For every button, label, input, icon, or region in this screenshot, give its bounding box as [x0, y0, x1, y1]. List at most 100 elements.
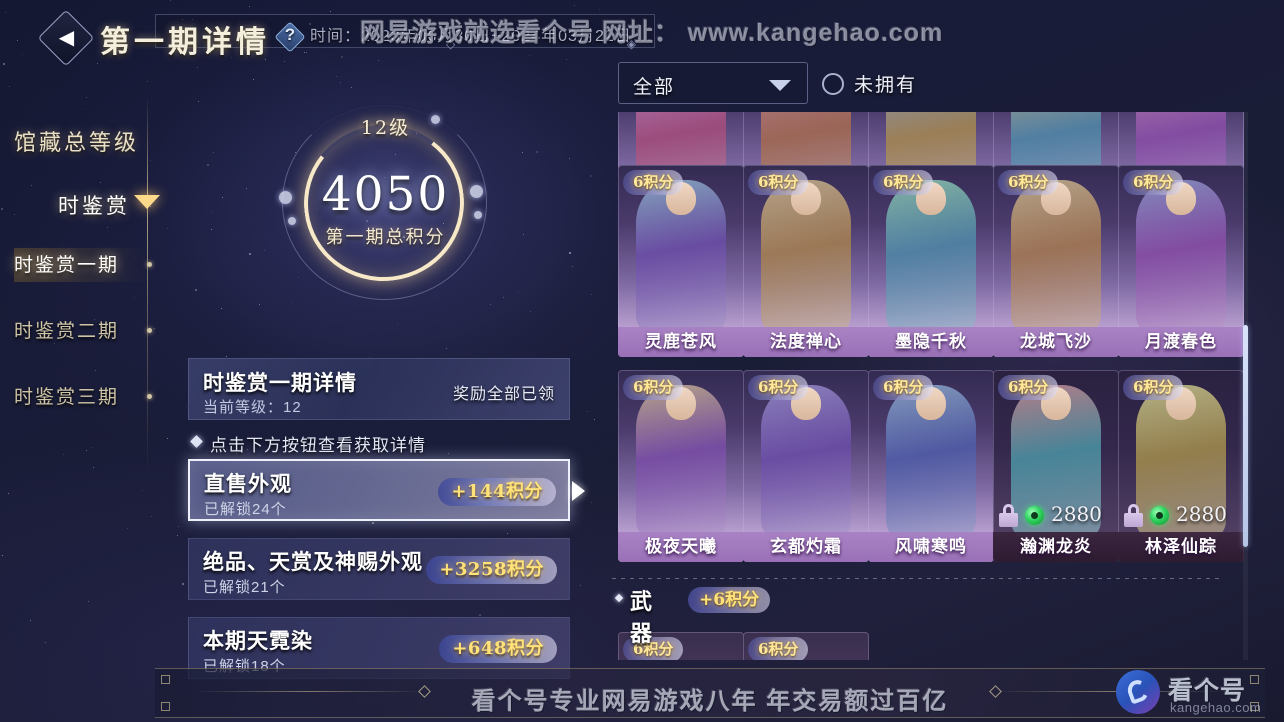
reward-unlocked-count: 已解锁21个	[203, 579, 286, 596]
reward-title: 本期天霓染	[203, 628, 313, 653]
card-points-badge: 6积分	[873, 375, 934, 400]
appearance-card[interactable]: 6积分法度禅心	[743, 165, 869, 357]
detail-tip-text: 点击下方按钮查看获取详情	[210, 436, 426, 456]
sidebar-item-season-3[interactable]: 时鉴赏三期	[14, 380, 152, 414]
radio-circle-icon	[822, 73, 844, 95]
diamond-bullet-icon	[190, 435, 203, 448]
bullet-dot-icon	[147, 262, 152, 267]
appearance-card[interactable]: 6积分 2880 瀚渊龙炎	[993, 370, 1119, 562]
game-screen: ◇ ◈ ◀ 第一期详情 ? 时间：2023年06月30日~2024年03月22日…	[0, 0, 1284, 722]
star-dot	[127, 527, 129, 529]
weapon-card[interactable]: 6积分	[743, 632, 869, 660]
time-range-text: 时间：2023年06月30日~2024年03月22日	[310, 22, 632, 46]
appearance-card[interactable]: 6积分 灵鹿苍风	[618, 165, 744, 357]
detail-reward-status: 奖励全部已领	[452, 384, 555, 403]
star-dot	[45, 642, 47, 643]
reward-item-premium-appearance[interactable]: 绝品、天赏及神赐外观 已解锁21个 +3258积分	[188, 538, 570, 600]
reward-points-badge: +648积分	[439, 635, 557, 663]
card-name-label: 灵鹿苍风	[618, 327, 744, 357]
star-dot	[87, 600, 89, 602]
bullet-dot-icon	[147, 394, 152, 399]
site-logo: 看个号 kangehao.com	[1110, 664, 1284, 722]
star-dot	[30, 619, 32, 621]
time-label: 时间：	[310, 28, 362, 45]
appearance-card[interactable]: 6积分极夜天曦	[618, 370, 744, 562]
ring-caption: 第一期总积分	[325, 227, 446, 248]
lock-body	[1124, 513, 1143, 527]
help-button[interactable]: ?	[274, 21, 306, 53]
card-points-badge: 6积分	[998, 375, 1059, 400]
card-name-label: 法度禅心	[743, 327, 869, 357]
star-dot	[147, 80, 149, 82]
star-dot	[572, 266, 574, 268]
star-dot	[479, 614, 482, 617]
reward-title: 直售外观	[204, 471, 292, 496]
star-dot	[177, 534, 179, 536]
top-bar: ◇ ◈ ◀ 第一期详情 ? 时间：2023年06月30日~2024年03月22日	[0, 0, 1284, 67]
star-dot	[580, 584, 582, 586]
appearance-card[interactable]: 6积分 月渡春色	[1118, 165, 1244, 357]
star-dot	[587, 410, 589, 412]
card-price: 2880	[1051, 502, 1102, 526]
page-title: 第一期详情	[100, 25, 270, 60]
star-dot	[569, 158, 571, 160]
weapon-section-title: 武器	[630, 589, 655, 647]
star-dot	[96, 62, 98, 64]
jade-coin-icon	[1025, 506, 1044, 525]
card-lock-row: 2880	[999, 502, 1113, 530]
promo-banner-text: 看个号专业网易游戏八年 年交易额过百亿	[471, 688, 949, 715]
star-dot	[591, 294, 593, 296]
star-dot	[177, 526, 179, 528]
star-dot	[222, 197, 224, 199]
star-dot	[150, 515, 152, 517]
reward-unlocked-count: 已解锁24个	[204, 501, 287, 518]
question-mark-icon: ?	[284, 25, 296, 44]
star-dot	[246, 187, 248, 189]
sidebar-item-season-2[interactable]: 时鉴赏二期	[14, 314, 152, 348]
section-divider	[612, 578, 1222, 579]
logo-url-text: kangehao.com	[1170, 700, 1262, 715]
sidebar-divider	[147, 95, 148, 475]
score-ring: 12级 4050 第一期总积分	[278, 105, 493, 300]
star-dot	[167, 227, 169, 229]
card-name-label: 林泽仙踪	[1118, 532, 1244, 562]
appearance-card[interactable]: 6积分 墨隐千秋	[868, 165, 994, 357]
detail-title: 时鉴赏一期详情	[203, 370, 357, 395]
sidebar-item-season-1[interactable]: 时鉴赏一期	[14, 248, 152, 282]
appearance-card[interactable]: 6积分 玄都灼霜	[743, 370, 869, 562]
weapon-section-badge: +6积分	[688, 587, 771, 613]
sidebar-heading: 馆藏总等级	[14, 131, 140, 156]
card-name-label: 月渡春色	[1118, 327, 1244, 357]
detail-tip: 点击下方按钮查看获取详情	[188, 430, 570, 456]
card-name-label: 风啸寒鸣	[868, 532, 994, 562]
star-dot	[194, 289, 197, 292]
star-dot	[396, 324, 398, 326]
sidebar-current-category[interactable]: 时鉴赏	[58, 190, 130, 220]
star-dot	[568, 252, 571, 255]
lock-body	[999, 513, 1018, 527]
grid-scrollbar-thumb[interactable]	[1243, 325, 1248, 547]
appearance-card[interactable]: 6积分风啸寒鸣	[868, 370, 994, 562]
card-price: 2880	[1176, 502, 1227, 526]
card-name-label: 墨隐千秋	[868, 327, 994, 357]
chevron-down-icon	[134, 195, 160, 209]
star-dot	[167, 438, 169, 440]
back-button[interactable]: ◀	[37, 9, 95, 67]
dropdown-selected-value: 全部	[633, 76, 676, 98]
appearance-card[interactable]: 6积分 龙城飞沙	[993, 165, 1119, 357]
star-dot	[445, 348, 447, 349]
star-dot	[590, 501, 592, 503]
card-points-badge: 6积分	[748, 170, 809, 195]
time-value: 2023年06月30日~2024年03月22日	[361, 28, 632, 45]
card-points-badge: 6积分	[623, 375, 684, 400]
star-dot	[252, 79, 254, 81]
reward-item-direct-sale[interactable]: 直售外观 已解锁24个 +144积分	[188, 459, 585, 521]
appearance-card[interactable]: 6积分 2880 林泽仙踪	[1118, 370, 1244, 562]
category-filter-dropdown[interactable]: 全部	[618, 62, 808, 104]
card-points-badge: 6积分	[998, 170, 1059, 195]
star-dot	[248, 253, 251, 256]
card-name-label: 玄都灼霜	[743, 532, 869, 562]
reward-title: 绝品、天赏及神赐外观	[203, 549, 423, 574]
card-name-label: 极夜天曦	[618, 532, 744, 562]
ring-level: 12级	[360, 117, 411, 139]
